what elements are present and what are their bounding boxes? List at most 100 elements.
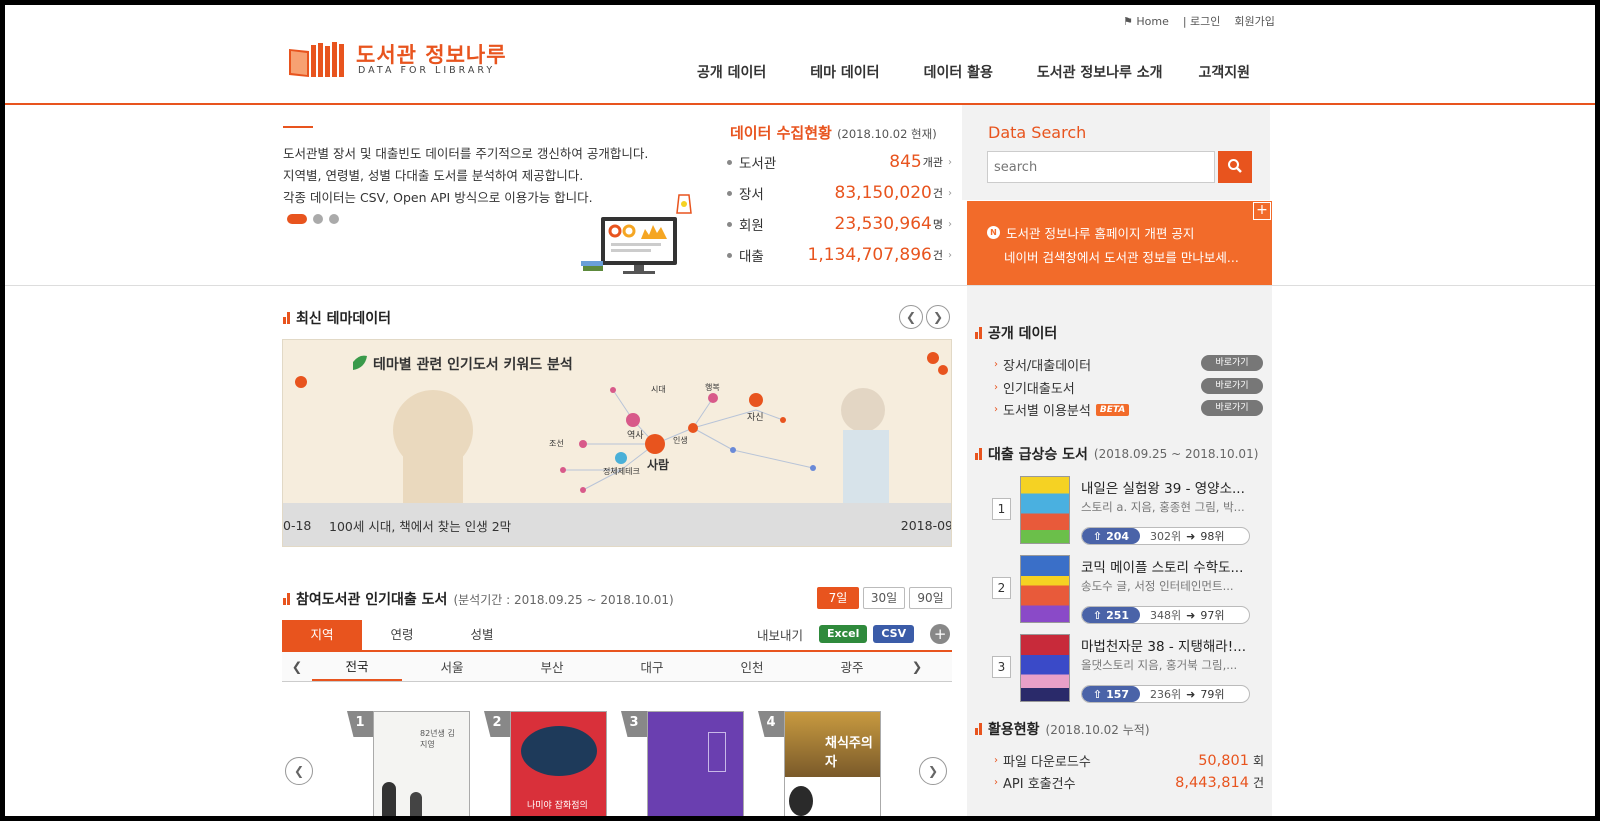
rank-number: 2	[992, 577, 1011, 599]
rising-book-title[interactable]: 코믹 메이플 스토리 수학도...	[1081, 556, 1243, 576]
period-30d-button[interactable]: 30일	[863, 587, 905, 609]
book-rank-1: 1	[347, 711, 373, 737]
region-busan[interactable]: 부산	[502, 657, 602, 676]
home-label: Home	[1136, 14, 1169, 28]
book-cover-text: 나미야 잡화점의	[527, 801, 588, 811]
nav-theme-data[interactable]: 테마 데이터	[810, 62, 879, 82]
data-search-title: Data Search	[988, 123, 1087, 142]
stats-title: 데이터 수집현황 (2018.10.02 현재)	[730, 122, 937, 143]
usage-title: 활용현황 (2018.10.02 누적)	[975, 719, 1150, 739]
rank-to: 79위	[1200, 688, 1225, 701]
monitor-illustration-icon	[581, 194, 692, 274]
link-popular-books[interactable]: › 인기대출도서	[994, 378, 1075, 397]
login-link[interactable]: | 로그인	[1183, 13, 1221, 29]
rising-book-title[interactable]: 내일은 실험왕 39 - 영양소...	[1081, 477, 1245, 497]
pager-dot[interactable]	[329, 214, 339, 224]
book-cover[interactable]	[1020, 555, 1070, 623]
chevron-right-icon[interactable]: ❯	[902, 659, 932, 674]
plus-icon[interactable]: +	[930, 624, 951, 644]
title-bar-icon	[975, 723, 982, 735]
csv-export-button[interactable]: CSV	[873, 625, 915, 643]
go-button[interactable]: 바로가기	[1201, 400, 1263, 416]
stat-row-holdings[interactable]: 장서 83,150,020 건 ›	[727, 182, 952, 204]
banner-heading: 테마별 관련 인기도서 키워드 분석	[373, 357, 573, 373]
nav-about[interactable]: 도서관 정보나루 소개	[1037, 62, 1163, 82]
arrow-right-icon: ➜	[1186, 687, 1196, 701]
search-button[interactable]	[1218, 151, 1252, 183]
join-link[interactable]: 회원가입	[1234, 13, 1274, 29]
link-book-usage-analysis[interactable]: › 도서별 이용분석 BETA	[994, 400, 1130, 419]
chevron-right-icon: ❯	[927, 764, 939, 778]
rising-book-title[interactable]: 마법천자문 38 - 지탱해라!...	[1081, 635, 1246, 655]
books-prev-button[interactable]: ❮	[285, 757, 313, 785]
search-input[interactable]	[987, 151, 1215, 183]
books-next-button[interactable]: ❯	[919, 757, 947, 785]
chevron-left-icon: ❮	[905, 310, 917, 324]
logo-books-icon[interactable]	[287, 41, 347, 79]
intro-line-3: 각종 데이터는 CSV, Open API 방식으로 이용가능 합니다.	[283, 190, 593, 205]
pager-dot-active[interactable]	[287, 214, 307, 224]
book-cover-3[interactable]	[647, 711, 744, 816]
notice-item-2[interactable]: 네이버 검색창에서 도서관 정보를 만나보세...	[1004, 247, 1239, 266]
rank-up-icon: ⇧	[1092, 687, 1103, 701]
intro-line-2: 지역별, 연령별, 성별 다대출 도서를 분석하여 제공합니다.	[283, 168, 584, 183]
stat-row-members[interactable]: 회원 23,530,964 명 ›	[727, 213, 952, 235]
book-cover[interactable]	[1020, 476, 1070, 544]
stat-label: 도서관	[739, 156, 777, 172]
caption-title[interactable]: 100세 시대, 책에서 찾는 인생 2막	[323, 516, 901, 535]
open-data-title-text: 공개 데이터	[988, 326, 1058, 342]
theme-title: 최신 테마데이터	[283, 308, 391, 328]
home-link[interactable]: ⚑ Home	[1123, 15, 1169, 28]
pager-dot[interactable]	[313, 214, 323, 224]
period-7d-button[interactable]: 7일	[817, 587, 859, 609]
book-cover-4[interactable]: 채식주의자	[784, 711, 881, 816]
go-button[interactable]: 바로가기	[1201, 378, 1263, 394]
book-cover-1[interactable]: 82년생 김지영	[373, 711, 470, 816]
chevron-left-icon[interactable]: ❮	[282, 659, 312, 674]
region-seoul[interactable]: 서울	[402, 657, 502, 676]
popular-period: (분석기간 : 2018.09.25 ~ 2018.10.01)	[453, 592, 674, 607]
stat-unit: 명	[932, 218, 943, 231]
keyword: 정체제테크	[603, 467, 640, 476]
tab-region[interactable]: 지역	[282, 620, 362, 650]
banner-caption: 0-18 100세 시대, 책에서 찾는 인생 2막 2018-09	[283, 503, 951, 546]
notice-panel	[967, 201, 1272, 285]
theme-next-button[interactable]: ❯	[926, 305, 950, 329]
rank-up-icon: ⇧	[1092, 608, 1103, 622]
keyword: 인생	[673, 436, 688, 445]
tab-gender[interactable]: 성별	[442, 620, 522, 650]
notice-item-1[interactable]: N 도서관 정보나루 홈페이지 개편 공지	[987, 223, 1194, 242]
stat-value: 83,150,020	[834, 183, 932, 203]
link-holdings-loans-data[interactable]: › 장서/대출데이터	[994, 355, 1091, 374]
rising-title: 대출 급상승 도서 (2018.09.25 ~ 2018.10.01)	[975, 444, 1258, 464]
nav-support[interactable]: 고객지원	[1199, 62, 1251, 82]
theme-title-text: 최신 테마데이터	[296, 311, 392, 327]
region-filter: ❮ 전국 서울 부산 대구 인천 광주 ❯	[282, 652, 952, 682]
header-divider	[5, 103, 1595, 105]
nav-data-use[interactable]: 데이터 활용	[924, 62, 993, 82]
rank-to: 98위	[1200, 530, 1225, 543]
theme-banner[interactable]: 테마별 관련 인기도서 키워드 분석 사람 역사 인생 자신 조선 정체제테크 …	[282, 339, 952, 547]
usage-api-calls: › API 호출건수 8,443,814 건	[994, 774, 1264, 793]
book-cover-text: 채식주의자	[825, 736, 873, 770]
stat-row-loans[interactable]: 대출 1,134,707,896 건 ›	[727, 244, 952, 266]
region-incheon[interactable]: 인천	[702, 657, 802, 676]
keyword: 시대	[651, 385, 666, 394]
go-button[interactable]: 바로가기	[1201, 355, 1263, 371]
stat-row-libraries[interactable]: 도서관 845 개관 ›	[727, 151, 952, 173]
theme-prev-button[interactable]: ❮	[899, 305, 923, 329]
rank-up: ⇧ 204	[1082, 528, 1140, 544]
rank-up: ⇧ 157	[1082, 686, 1140, 702]
nav-open-data[interactable]: 공개 데이터	[697, 62, 766, 82]
book-cover-2[interactable]: 나미야 잡화점의	[510, 711, 607, 816]
keyword: 조선	[549, 439, 564, 448]
region-gwangju[interactable]: 광주	[802, 657, 902, 676]
region-nationwide[interactable]: 전국	[312, 652, 402, 681]
title-bar-icon	[283, 593, 290, 605]
tab-age[interactable]: 연령	[362, 620, 442, 650]
period-90d-button[interactable]: 90일	[909, 587, 952, 609]
excel-export-button[interactable]: Excel	[819, 625, 868, 643]
region-daegu[interactable]: 대구	[602, 657, 702, 676]
notice-more-plus-icon[interactable]: +	[1253, 202, 1271, 220]
book-cover[interactable]	[1020, 634, 1070, 702]
